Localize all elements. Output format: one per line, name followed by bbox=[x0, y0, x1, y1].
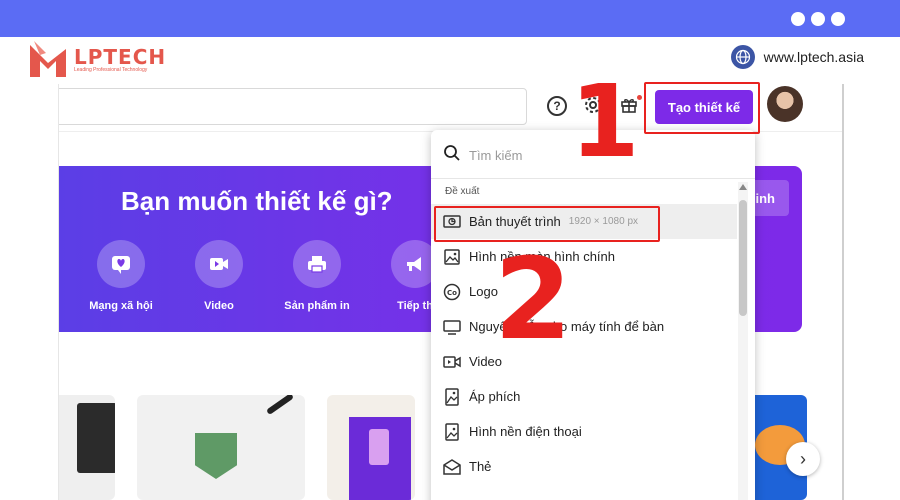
video-icon bbox=[443, 353, 461, 371]
category-label: Sản phẩm in bbox=[284, 300, 350, 312]
scroll-up-arrow-icon[interactable] bbox=[739, 184, 747, 190]
tutorial-image: LPTECH Leading Professional Technology w… bbox=[0, 0, 900, 500]
logo-tagline: Leading Professional Technology bbox=[74, 66, 148, 73]
help-icon[interactable]: ? bbox=[547, 96, 567, 116]
category-video[interactable]: Video bbox=[169, 240, 269, 312]
logo-icon: Co bbox=[443, 283, 461, 301]
template-thumbnail[interactable] bbox=[59, 395, 115, 500]
menu-item-desktop-mockup[interactable]: Nguyên mẫu cho máy tính để bàn bbox=[431, 309, 737, 344]
create-design-dropdown: Đề xuất Bản thuyết trình 1920 × 1080 px … bbox=[431, 130, 755, 500]
monitor-icon bbox=[443, 318, 461, 336]
template-thumbnail[interactable] bbox=[327, 395, 415, 500]
globe-icon bbox=[730, 45, 755, 69]
category-print[interactable]: Sản phẩm in bbox=[267, 240, 367, 312]
annotation-step-2: 2 bbox=[494, 235, 572, 365]
card-icon bbox=[443, 458, 461, 476]
category-label: Tiếp th bbox=[397, 300, 433, 312]
dot bbox=[831, 12, 845, 26]
brand-top-bar bbox=[0, 0, 900, 37]
device-image bbox=[77, 403, 115, 473]
design-search-bar[interactable] bbox=[59, 88, 527, 125]
category-social-media[interactable]: Mạng xã hội bbox=[71, 240, 171, 312]
logo-name: LPTECH bbox=[74, 44, 167, 69]
dot bbox=[791, 12, 805, 26]
printer-icon bbox=[293, 240, 341, 288]
dropdown-scrollbar[interactable] bbox=[738, 182, 748, 500]
heart-icon bbox=[97, 240, 145, 288]
label-tag-image bbox=[195, 433, 237, 479]
scroll-thumb[interactable] bbox=[739, 200, 747, 316]
video-icon bbox=[195, 240, 243, 288]
logo-text: LPTECH Leading Professional Technology bbox=[74, 47, 166, 73]
website-text: www.lptech.asia bbox=[763, 49, 864, 65]
annotation-box-create-button bbox=[644, 82, 760, 134]
dot bbox=[811, 12, 825, 26]
carousel-next-button[interactable]: › bbox=[786, 442, 820, 476]
menu-item-label: Thẻ bbox=[469, 459, 492, 474]
search-icon bbox=[443, 144, 461, 167]
menu-item-video[interactable]: Video bbox=[431, 344, 737, 379]
menu-item-poster[interactable]: Áp phích bbox=[431, 379, 737, 414]
image-icon bbox=[443, 248, 461, 266]
canva-screenshot: ? Tạo thiết kế Bạn muốn thiết kế gì? inh bbox=[58, 84, 844, 500]
menu-item-phone-wallpaper[interactable]: Hình nền điện thoại bbox=[431, 414, 737, 449]
banner-title: Bạn muốn thiết kế gì? bbox=[121, 186, 393, 216]
category-label: Mạng xã hội bbox=[89, 300, 153, 312]
website-link[interactable]: www.lptech.asia bbox=[730, 45, 864, 69]
dropdown-section-label: Đề xuất bbox=[445, 186, 480, 197]
pen-image bbox=[265, 395, 295, 416]
annotation-step-1: 1 bbox=[570, 63, 640, 180]
poster-icon bbox=[443, 387, 461, 406]
lptech-logo: LPTECH Leading Professional Technology bbox=[26, 37, 166, 82]
avatar[interactable] bbox=[767, 86, 803, 122]
category-label: Video bbox=[204, 300, 234, 312]
menu-item-label: Hình nền điện thoại bbox=[469, 424, 582, 439]
phone-screen-image bbox=[369, 429, 389, 465]
template-thumbnail[interactable] bbox=[137, 395, 305, 500]
menu-item-label: Áp phích bbox=[469, 389, 521, 404]
svg-text:Co: Co bbox=[447, 289, 457, 297]
lptech-logo-mark-icon bbox=[30, 40, 66, 77]
window-dots bbox=[791, 12, 845, 26]
menu-item-desktop-wallpaper[interactable]: Hình nền màn hình chính bbox=[431, 239, 737, 274]
menu-item-card[interactable]: Thẻ bbox=[431, 449, 737, 484]
menu-item-logo[interactable]: Co Logo bbox=[431, 274, 737, 309]
phone-wallpaper-icon bbox=[443, 422, 461, 441]
